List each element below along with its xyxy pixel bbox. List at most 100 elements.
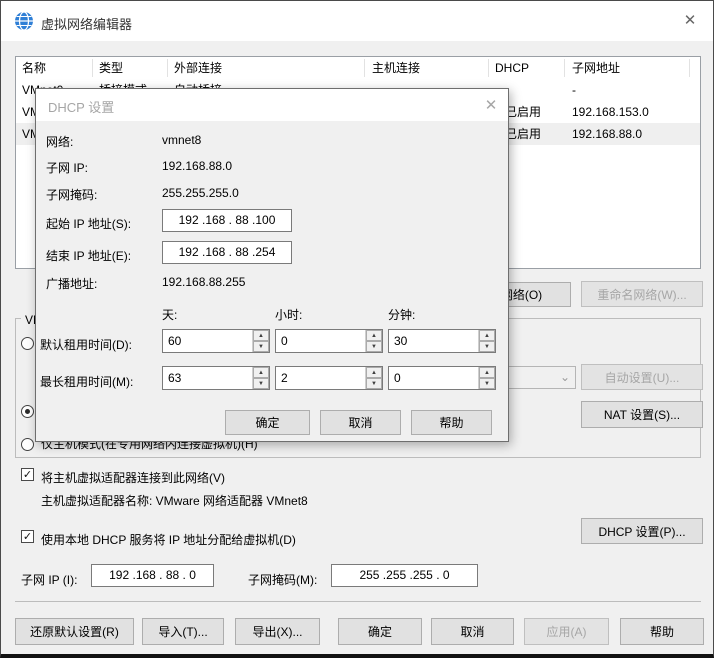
max-lease-hours-spinner[interactable]: 2 ▲ ▼ xyxy=(275,366,383,390)
spin-up-button[interactable]: ▲ xyxy=(366,367,382,378)
dlg-subnet-mask-value: 255.255.255.0 xyxy=(162,186,239,200)
spin-down-button[interactable]: ▼ xyxy=(253,378,269,389)
end-ip-input[interactable]: 192 .168 . 88 .254 xyxy=(162,241,292,264)
spin-up-icon: ▲ xyxy=(484,370,490,376)
bottom-divider xyxy=(15,601,701,602)
end-ip-label: 结束 IP 地址(E): xyxy=(46,247,131,264)
dlg-subnet-mask-label: 子网掩码: xyxy=(46,186,97,203)
spin-down-icon: ▼ xyxy=(371,344,377,350)
cell-subnet: 192.168.88.0 xyxy=(572,123,642,145)
col-header-host[interactable]: 主机连接 xyxy=(372,57,420,79)
spin-down-button[interactable]: ▼ xyxy=(366,341,382,352)
subnet-mask-input[interactable]: 255 .255 .255 . 0 xyxy=(331,564,478,587)
spin-down-button[interactable]: ▼ xyxy=(479,341,495,352)
lease-col-hours: 小时: xyxy=(275,306,302,323)
adapter-name-text: 主机虚拟适配器名称: VMware 网络适配器 VMnet8 xyxy=(41,492,308,509)
spin-down-icon: ▼ xyxy=(371,381,377,387)
dialog-ok-button[interactable]: 确定 xyxy=(225,410,310,435)
bridged-mode-radio[interactable] xyxy=(21,337,34,350)
import-button[interactable]: 导入(T)... xyxy=(142,618,224,645)
col-header-name[interactable]: 名称 xyxy=(22,57,46,79)
dialog-titlebar: DHCP 设置 ✕ xyxy=(36,89,508,121)
dlg-network-value: vmnet8 xyxy=(162,133,201,147)
spinner-value: 60 xyxy=(163,330,252,352)
default-lease-days-spinner[interactable]: 60 ▲ ▼ xyxy=(162,329,270,353)
max-lease-label: 最长租用时间(M): xyxy=(40,373,133,390)
dlg-network-label: 网络: xyxy=(46,133,73,150)
spinner-value: 63 xyxy=(163,367,252,389)
host-only-mode-radio[interactable] xyxy=(21,438,34,451)
max-lease-minutes-spinner[interactable]: 0 ▲ ▼ xyxy=(388,366,496,390)
spin-up-button[interactable]: ▲ xyxy=(479,367,495,378)
connect-host-adapter-checkbox[interactable]: ✓ xyxy=(21,468,34,481)
broadcast-value: 192.168.88.255 xyxy=(162,275,245,289)
spinner-value: 0 xyxy=(276,330,365,352)
use-local-dhcp-checkbox[interactable]: ✓ xyxy=(21,530,34,543)
export-button[interactable]: 导出(X)... xyxy=(235,618,320,645)
spinner-value: 30 xyxy=(389,330,478,352)
close-icon: ✕ xyxy=(684,11,697,29)
main-help-button[interactable]: 帮助 xyxy=(620,618,704,645)
spin-down-icon: ▼ xyxy=(484,381,490,387)
column-divider xyxy=(564,59,565,77)
main-ok-button[interactable]: 确定 xyxy=(338,618,422,645)
spin-down-button[interactable]: ▼ xyxy=(479,378,495,389)
spin-up-icon: ▲ xyxy=(258,370,264,376)
lease-col-days: 天: xyxy=(162,306,177,323)
dhcp-settings-dialog: DHCP 设置 ✕ 网络: vmnet8 子网 IP: 192.168.88.0… xyxy=(35,88,509,442)
cell-dhcp: 已启用 xyxy=(505,123,541,145)
spin-up-button[interactable]: ▲ xyxy=(366,330,382,341)
cell-subnet: - xyxy=(572,79,576,101)
nat-settings-button[interactable]: NAT 设置(S)... xyxy=(581,401,703,428)
dialog-title: DHCP 设置 xyxy=(48,97,114,116)
default-lease-minutes-spinner[interactable]: 30 ▲ ▼ xyxy=(388,329,496,353)
dialog-help-button[interactable]: 帮助 xyxy=(411,410,492,435)
spin-up-icon: ▲ xyxy=(371,370,377,376)
column-divider xyxy=(92,59,93,77)
column-divider xyxy=(488,59,489,77)
dialog-cancel-button[interactable]: 取消 xyxy=(320,410,401,435)
start-ip-input[interactable]: 192 .168 . 88 .100 xyxy=(162,209,292,232)
max-lease-days-spinner[interactable]: 63 ▲ ▼ xyxy=(162,366,270,390)
use-local-dhcp-label[interactable]: 使用本地 DHCP 服务将 IP 地址分配给虚拟机(D) xyxy=(41,531,296,548)
check-icon: ✓ xyxy=(23,468,32,481)
check-icon: ✓ xyxy=(23,530,32,543)
dlg-subnet-ip-value: 192.168.88.0 xyxy=(162,159,232,173)
subnet-ip-label: 子网 IP (I): xyxy=(21,571,77,588)
spin-down-button[interactable]: ▼ xyxy=(366,378,382,389)
col-header-dhcp[interactable]: DHCP xyxy=(495,57,529,79)
col-header-external[interactable]: 外部连接 xyxy=(174,57,222,79)
spin-up-icon: ▲ xyxy=(484,333,490,339)
main-cancel-button[interactable]: 取消 xyxy=(431,618,514,645)
spin-up-icon: ▲ xyxy=(371,333,377,339)
spinner-value: 0 xyxy=(389,367,478,389)
dialog-close-icon: ✕ xyxy=(485,96,498,114)
default-lease-label: 默认租用时间(D): xyxy=(40,336,132,353)
column-divider xyxy=(364,59,365,77)
col-header-subnet[interactable]: 子网地址 xyxy=(572,57,620,79)
window-close-button[interactable]: ✕ xyxy=(675,7,705,33)
apply-button[interactable]: 应用(A) xyxy=(524,618,609,645)
dlg-subnet-ip-label: 子网 IP: xyxy=(46,159,88,176)
spin-up-button[interactable]: ▲ xyxy=(253,367,269,378)
connect-host-adapter-label[interactable]: 将主机虚拟适配器连接到此网络(V) xyxy=(41,469,225,486)
subnet-ip-input[interactable]: 192 .168 . 88 . 0 xyxy=(91,564,214,587)
dialog-close-button[interactable]: ✕ xyxy=(476,93,506,117)
spin-down-icon: ▼ xyxy=(258,381,264,387)
cell-subnet: 192.168.153.0 xyxy=(572,101,649,123)
nat-mode-radio[interactable] xyxy=(21,405,34,418)
col-header-type[interactable]: 类型 xyxy=(99,57,123,79)
default-lease-hours-spinner[interactable]: 0 ▲ ▼ xyxy=(275,329,383,353)
auto-settings-button[interactable]: 自动设置(U)... xyxy=(581,364,703,390)
window-title: 虚拟网络编辑器 xyxy=(41,14,132,33)
spin-down-button[interactable]: ▼ xyxy=(253,341,269,352)
cell-dhcp: 已启用 xyxy=(505,101,541,123)
rename-network-button[interactable]: 重命名网络(W)... xyxy=(581,281,703,307)
restore-defaults-button[interactable]: 还原默认设置(R) xyxy=(15,618,134,645)
dhcp-settings-open-button[interactable]: DHCP 设置(P)... xyxy=(581,518,703,544)
column-divider xyxy=(689,59,690,77)
spin-up-button[interactable]: ▲ xyxy=(253,330,269,341)
broadcast-label: 广播地址: xyxy=(46,275,97,292)
spin-down-icon: ▼ xyxy=(484,344,490,350)
spin-up-button[interactable]: ▲ xyxy=(479,330,495,341)
